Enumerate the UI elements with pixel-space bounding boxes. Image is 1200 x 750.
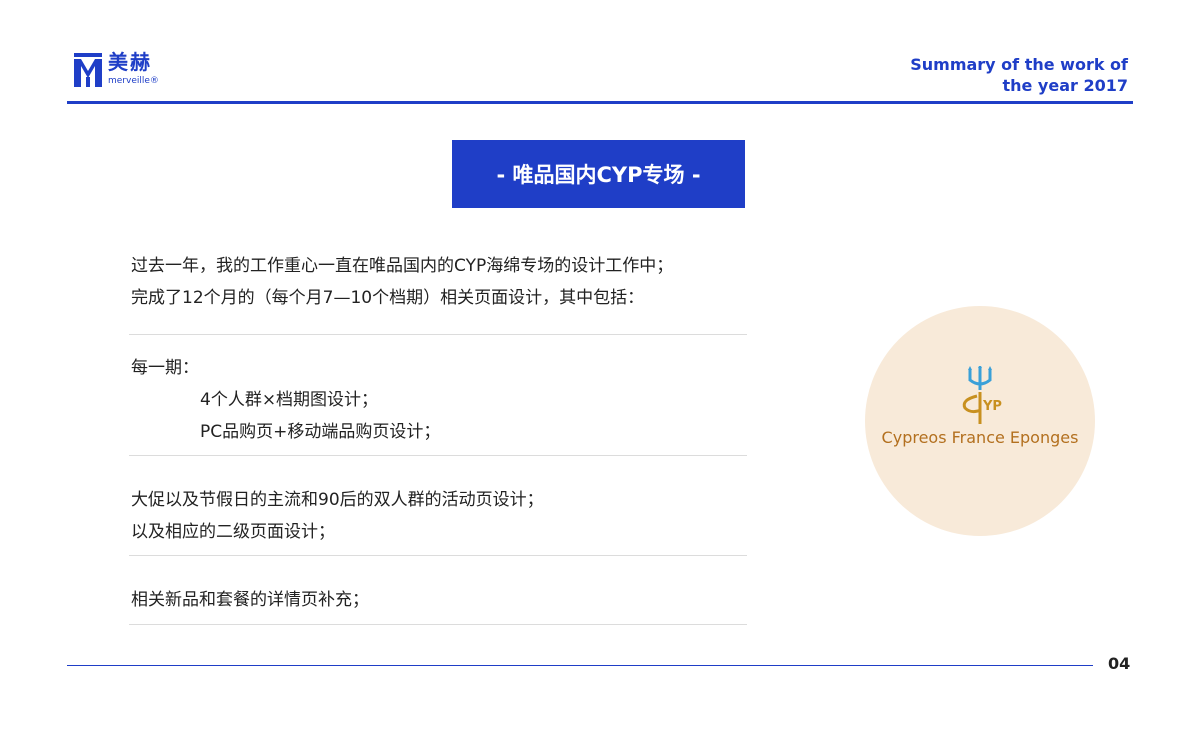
group2-line-1: 大促以及节假日的主流和90后的双人群的活动页设计； bbox=[131, 490, 544, 510]
cyp-brand-name: Cypreos France Eponges bbox=[881, 428, 1079, 447]
brand-logo: 美赫 merveille® bbox=[74, 50, 194, 92]
header-divider bbox=[67, 101, 1133, 104]
section-divider bbox=[129, 555, 747, 556]
header-title: Summary of the work of the year 2017 bbox=[888, 54, 1128, 96]
cyp-trident-logo-icon: YP bbox=[962, 366, 1002, 424]
page-number: 04 bbox=[1108, 654, 1131, 673]
group1-item-2: PC品购页+移动端品购页设计； bbox=[200, 422, 441, 442]
group2-line-2: 以及相应的二级页面设计； bbox=[131, 522, 335, 542]
cyp-brand-badge: YP Cypreos France Eponges bbox=[865, 306, 1095, 536]
intro-line-1: 过去一年，我的工作重心一直在唯品国内的CYP海绵专场的设计工作中； bbox=[131, 256, 674, 276]
merveille-logo-icon bbox=[74, 53, 102, 87]
intro-line-2: 完成了12个月的（每个月7—10个档期）相关页面设计，其中包括： bbox=[131, 288, 645, 308]
group3-line-1: 相关新品和套餐的详情页补充； bbox=[131, 590, 369, 610]
footer-divider bbox=[67, 665, 1093, 666]
section-divider bbox=[129, 624, 747, 625]
work-summary-content: 过去一年，我的工作重心一直在唯品国内的CYP海绵专场的设计工作中； 完成了12个… bbox=[131, 250, 751, 616]
section-divider bbox=[129, 455, 747, 456]
section-divider bbox=[129, 334, 747, 335]
brand-name-en: merveille® bbox=[108, 76, 159, 86]
section-title-banner: - 唯品国内CYP专场 - bbox=[452, 140, 745, 208]
brand-name-cn: 美赫 bbox=[108, 50, 152, 74]
cyp-mark-text: YP bbox=[982, 399, 1002, 414]
header-title-line-1: Summary of the work of bbox=[910, 55, 1128, 74]
header-title-line-2: the year 2017 bbox=[1002, 76, 1128, 95]
group1-heading: 每一期： bbox=[131, 358, 199, 378]
group1-item-1: 4个人群×档期图设计； bbox=[200, 390, 379, 410]
